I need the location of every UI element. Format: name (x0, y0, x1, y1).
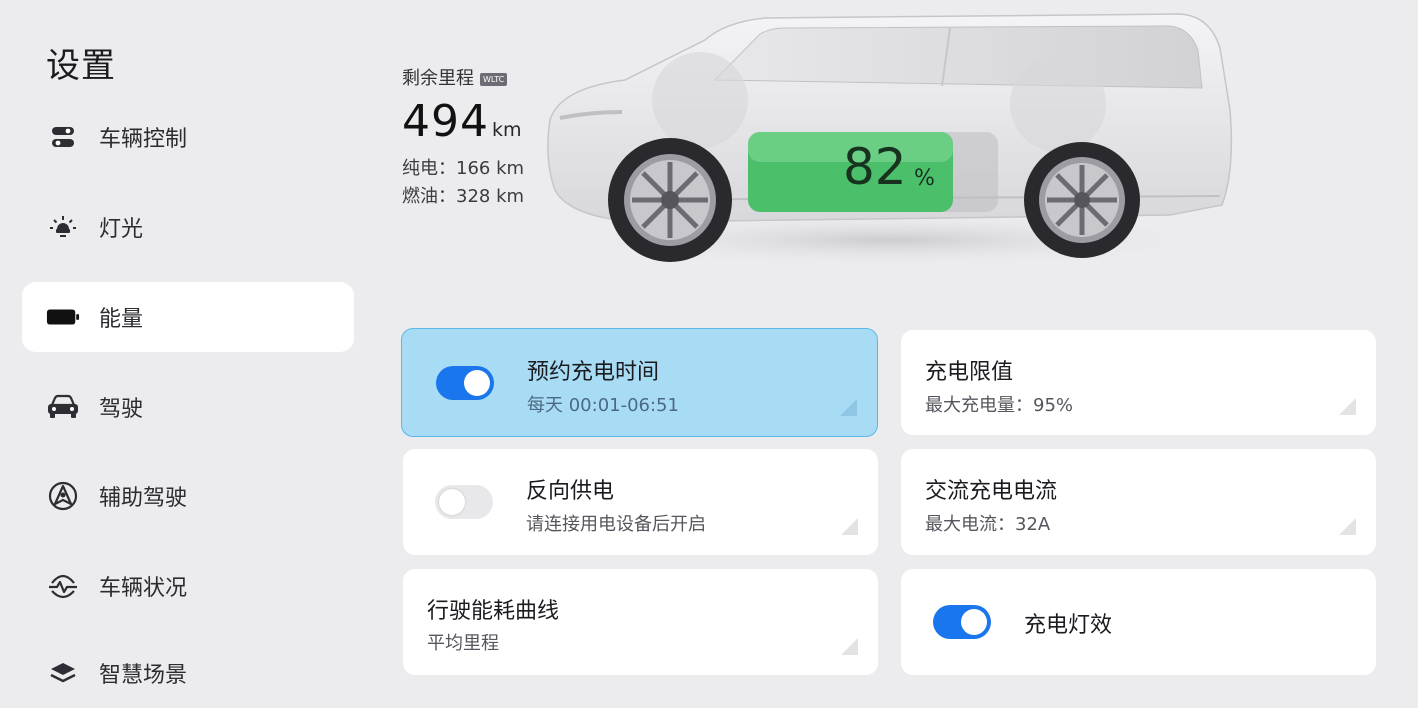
wltc-badge: WLTC (480, 72, 508, 86)
scheduled-charge-card[interactable]: 预约充电时间 每天 00:01-06:51 (401, 328, 878, 437)
sidebar-item-vehicle-control[interactable]: 车辆控制 (22, 102, 354, 172)
expand-corner-icon (1339, 398, 1356, 415)
electric-range: 纯电：166 km (402, 158, 525, 179)
sidebar-item-label: 智慧场景 (99, 663, 188, 688)
reverse-power-toggle[interactable] (435, 485, 493, 519)
card-title: 充电灯效 (1024, 613, 1113, 638)
charge-limit-card[interactable]: 充电限值 最大充电量：95% (901, 330, 1376, 435)
ac-current-card[interactable]: 交流充电电流 最大电流：32A (901, 449, 1376, 555)
energy-curve-card[interactable]: 行驶能耗曲线 平均里程 (403, 569, 878, 675)
toggle-knob (439, 489, 465, 515)
card-title: 行驶能耗曲线 (427, 599, 560, 624)
expand-corner-icon (840, 399, 857, 416)
sidebar-item-assist-drive[interactable]: 辅助驾驶 (22, 461, 354, 531)
assist-drive-icon (46, 479, 80, 513)
sidebar-item-label: 灯光 (99, 217, 144, 242)
vehicle-status-icon (46, 569, 80, 603)
card-subtitle: 每天 00:01-06:51 (527, 395, 679, 416)
charge-light-card[interactable]: 充电灯效 (901, 569, 1376, 675)
battery-percent-sign: % (914, 166, 935, 191)
card-subtitle: 最大电流：32A (925, 514, 1051, 535)
range-total: 494 (402, 96, 489, 147)
smart-scene-icon (46, 656, 80, 690)
sidebar-item-vehicle-status[interactable]: 车辆状况 (22, 551, 354, 621)
scheduled-charge-toggle[interactable] (436, 366, 494, 400)
toggle-knob (961, 609, 987, 635)
sidebar-item-light[interactable]: 灯光 (22, 192, 354, 262)
card-subtitle: 请连接用电设备后开启 (526, 514, 706, 535)
expand-corner-icon (841, 518, 858, 535)
expand-corner-icon (841, 638, 858, 655)
sidebar-item-driving[interactable]: 驾驶 (22, 372, 354, 442)
range-label-text: 剩余里程 (402, 68, 474, 89)
toggle-knob (464, 370, 490, 396)
sidebar-item-energy[interactable]: 能量 (22, 282, 354, 352)
card-subtitle: 平均里程 (427, 633, 499, 654)
range-label: 剩余里程 WLTC (402, 64, 508, 90)
page-title: 设置 (46, 46, 116, 86)
range-unit: km (492, 119, 522, 141)
car-icon (46, 390, 80, 424)
vehicle-control-icon (46, 120, 80, 154)
card-subtitle: 最大充电量：95% (925, 395, 1074, 416)
sidebar-item-label: 辅助驾驶 (99, 486, 188, 511)
card-title: 交流充电电流 (925, 479, 1058, 504)
card-title: 反向供电 (526, 479, 615, 504)
battery-icon (46, 300, 80, 334)
sidebar-item-label: 驾驶 (99, 397, 144, 422)
fuel-range: 燃油：328 km (402, 186, 525, 207)
sidebar-item-label: 能量 (99, 307, 144, 332)
sidebar-item-label: 车辆控制 (99, 127, 188, 152)
light-icon (46, 210, 80, 244)
sidebar-item-label: 车辆状况 (99, 576, 188, 601)
battery-percent: 82 (843, 138, 907, 196)
reverse-power-card[interactable]: 反向供电 请连接用电设备后开启 (403, 449, 878, 555)
card-title: 预约充电时间 (527, 360, 660, 385)
card-title: 充电限值 (925, 360, 1014, 385)
expand-corner-icon (1339, 518, 1356, 535)
sidebar-item-smart-scene[interactable]: 智慧场景 (22, 638, 354, 708)
charge-light-toggle[interactable] (933, 605, 991, 639)
